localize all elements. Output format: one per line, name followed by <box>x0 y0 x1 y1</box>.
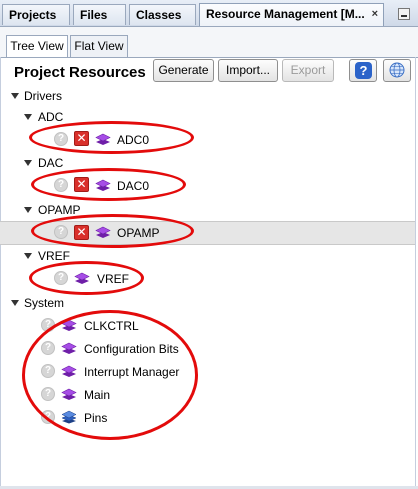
top-tab-bar: Projects Files Classes Resource Manageme… <box>0 0 418 27</box>
tree-node-label: OPAMP <box>38 203 81 217</box>
tree-item-label: VREF <box>97 272 130 286</box>
layers-icon <box>95 133 111 145</box>
expand-toggle-icon[interactable] <box>24 114 32 120</box>
minimize-window-button[interactable] <box>398 8 410 20</box>
expand-toggle-icon[interactable] <box>11 300 19 306</box>
help-circle-icon[interactable]: ? <box>41 364 55 378</box>
tree-item-clkctrl[interactable]: ? CLKCTRL <box>0 316 415 336</box>
layers-icon <box>74 272 90 284</box>
tree-item-label: CLKCTRL <box>84 319 139 333</box>
web-button[interactable] <box>383 59 411 82</box>
page-title: Project Resources <box>14 64 146 81</box>
help-circle-icon[interactable]: ? <box>54 178 68 192</box>
help-circle-icon[interactable]: ? <box>41 410 55 424</box>
generate-button[interactable]: Generate <box>153 59 214 82</box>
tree-item-opamp[interactable]: ? ✕ OPAMP <box>0 221 415 245</box>
help-circle-icon[interactable]: ? <box>54 132 68 146</box>
help-button[interactable]: ? <box>349 59 377 82</box>
resources-toolbar: Project Resources Generate Import... Exp… <box>0 57 418 86</box>
tree-item-vref[interactable]: ? VREF <box>0 269 415 289</box>
tab-resource-management[interactable]: Resource Management [M... × <box>199 3 384 26</box>
tree-node-opamp[interactable]: OPAMP <box>0 200 415 220</box>
expand-toggle-icon[interactable] <box>24 207 32 213</box>
tree-item-label: Pins <box>84 411 108 425</box>
error-x-icon[interactable]: ✕ <box>74 225 89 240</box>
tree-node-drivers[interactable]: Drivers <box>0 86 415 106</box>
expand-toggle-icon[interactable] <box>24 253 32 259</box>
import-button[interactable]: Import... <box>218 59 278 82</box>
expand-toggle-icon[interactable] <box>11 93 19 99</box>
help-circle-icon[interactable]: ? <box>54 225 68 239</box>
tree-node-vref[interactable]: VREF <box>0 246 415 266</box>
tree-node-label: Drivers <box>24 89 62 103</box>
tab-tree-view-label: Tree View <box>10 39 64 53</box>
tree-node-label: DAC <box>38 156 64 170</box>
tree-item-label: OPAMP <box>117 226 160 240</box>
tab-tree-view[interactable]: Tree View <box>6 35 68 57</box>
tree-item-label: Configuration Bits <box>84 342 179 356</box>
error-x-icon[interactable]: ✕ <box>74 177 89 192</box>
export-button[interactable]: Export <box>282 59 334 82</box>
help-circle-icon[interactable]: ? <box>54 271 68 285</box>
tree-node-label: ADC <box>38 110 64 124</box>
tree-node-dac[interactable]: DAC <box>0 153 415 173</box>
globe-icon <box>389 62 405 78</box>
tab-files[interactable]: Files <box>73 4 126 25</box>
tab-flat-view[interactable]: Flat View <box>70 35 128 57</box>
tree-item-configuration-bits[interactable]: ? Configuration Bits <box>0 339 415 359</box>
layers-icon <box>61 388 77 400</box>
help-icon: ? <box>355 62 372 79</box>
tree-node-adc[interactable]: ADC <box>0 107 415 127</box>
tab-flat-view-label: Flat View <box>74 39 124 53</box>
view-tabs: Tree View Flat View <box>0 27 418 57</box>
error-x-icon[interactable]: ✕ <box>74 131 89 146</box>
layers-blue-icon <box>61 410 77 424</box>
tab-resource-management-label: Resource Management [M... <box>206 7 365 21</box>
tree-node-label: VREF <box>38 249 71 263</box>
help-circle-icon[interactable]: ? <box>41 341 55 355</box>
help-circle-icon[interactable]: ? <box>41 318 55 332</box>
tree-node-label: System <box>24 296 65 310</box>
layers-icon <box>61 342 77 354</box>
layers-icon <box>95 179 111 191</box>
expand-toggle-icon[interactable] <box>24 160 32 166</box>
tab-projects-label: Projects <box>9 8 57 22</box>
tree-item-label: Interrupt Manager <box>84 365 180 379</box>
tree-item-label: ADC0 <box>117 133 150 147</box>
tree-item-dac0[interactable]: ? ✕ DAC0 <box>0 176 415 196</box>
tree-item-pins[interactable]: ? Pins <box>0 408 415 428</box>
help-circle-icon[interactable]: ? <box>41 387 55 401</box>
tree-item-adc0[interactable]: ? ✕ ADC0 <box>0 130 415 150</box>
tab-classes-label: Classes <box>136 8 182 22</box>
layers-icon <box>61 319 77 331</box>
layers-icon <box>95 226 111 238</box>
resource-tree: Drivers ADC ? ✕ ADC0 DAC ? ✕ DAC0 OPAMP … <box>0 86 418 489</box>
layers-icon <box>61 365 77 377</box>
tab-files-label: Files <box>80 8 108 22</box>
tab-projects[interactable]: Projects <box>2 4 70 25</box>
tree-item-label: DAC0 <box>117 179 150 193</box>
close-tab-icon[interactable]: × <box>372 4 378 24</box>
tree-item-label: Main <box>84 388 111 402</box>
tree-item-interrupt-manager[interactable]: ? Interrupt Manager <box>0 362 415 382</box>
tree-node-system[interactable]: System <box>0 293 415 313</box>
tree-item-main[interactable]: ? Main <box>0 385 415 405</box>
tab-classes[interactable]: Classes <box>129 4 196 25</box>
